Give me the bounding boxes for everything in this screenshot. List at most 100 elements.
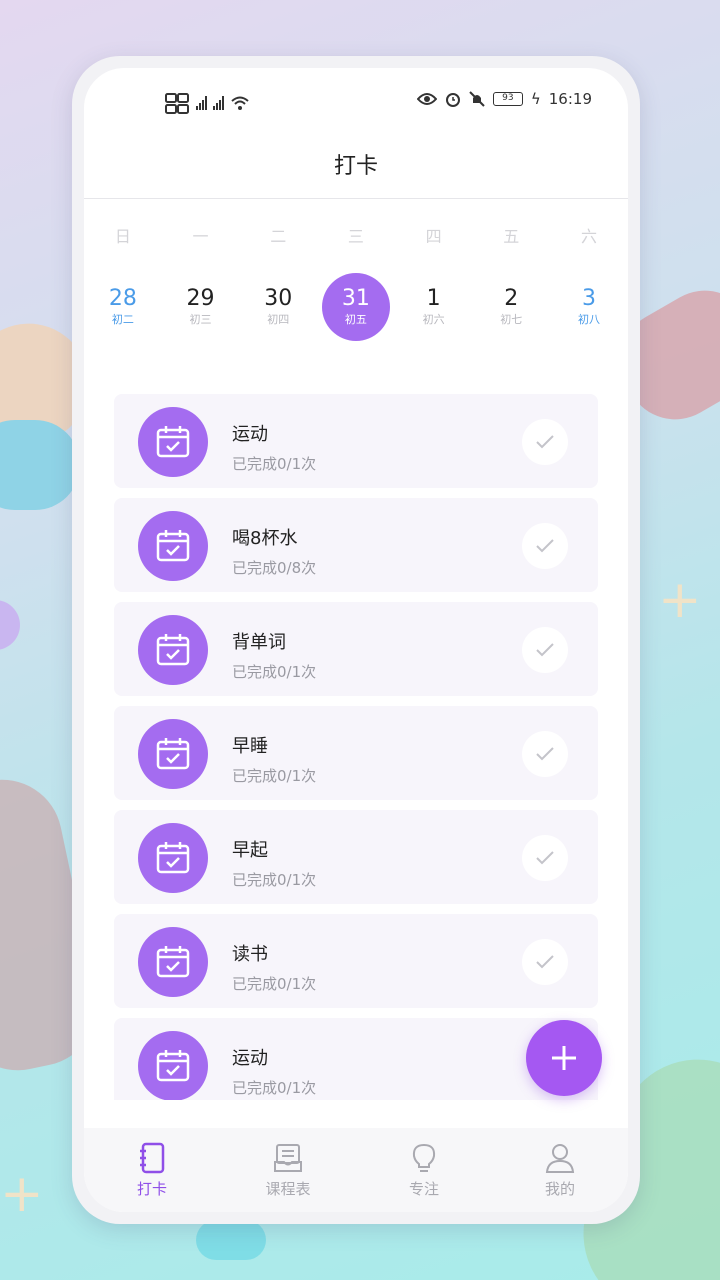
lunar-date: 初四 xyxy=(267,313,290,326)
lunar-date: 初二 xyxy=(111,313,134,326)
lunar-date: 初八 xyxy=(577,313,600,326)
check-in-button[interactable] xyxy=(522,939,568,985)
checkmark-icon xyxy=(536,643,554,657)
bulb-icon xyxy=(412,1143,436,1172)
date-number: 31 xyxy=(341,286,370,311)
check-in-button[interactable] xyxy=(522,523,568,569)
bg-shape-blue xyxy=(0,420,80,510)
habit-progress: 已完成0/8次 xyxy=(232,559,317,577)
selected-date-highlight: 31 初五 xyxy=(321,273,390,341)
date-cell[interactable]: 1 初六 xyxy=(395,273,473,341)
weekday-label: 日 xyxy=(114,227,131,246)
sim-cards-icon xyxy=(165,93,189,114)
checkmark-icon xyxy=(536,435,554,449)
date-cell-selected[interactable]: 31 初五 xyxy=(317,273,395,341)
check-in-button[interactable] xyxy=(522,835,568,881)
check-in-button[interactable] xyxy=(522,419,568,465)
checkmark-icon xyxy=(536,851,554,865)
calendar-check-icon xyxy=(138,927,208,997)
nav-tab-focus[interactable]: 专注 xyxy=(356,1128,492,1212)
date-number: 1 xyxy=(426,286,441,311)
date-cell[interactable]: 2 初七 xyxy=(472,273,550,341)
weekday-label: 六 xyxy=(580,227,597,246)
date-row: 28 初二 29 初三 30 初四 31 初五 1 初六 2 初七 3 初八 xyxy=(84,273,628,341)
status-left xyxy=(164,90,250,116)
habit-progress: 已完成0/1次 xyxy=(232,1079,317,1097)
habit-name: 喝8杯水 xyxy=(232,528,298,549)
nav-label: 我的 xyxy=(544,1179,575,1198)
status-right: 93 ϟ 16:19 xyxy=(416,90,592,108)
habit-card[interactable]: 早起 已完成0/1次 xyxy=(114,810,598,904)
notebook-icon xyxy=(140,1142,165,1173)
battery-icon: 93 xyxy=(492,92,523,106)
habit-card[interactable]: 早睡 已完成0/1次 xyxy=(114,706,598,800)
bg-plus-icon: + xyxy=(658,570,702,630)
habit-progress: 已完成0/1次 xyxy=(232,871,317,889)
habit-name: 读书 xyxy=(232,944,268,965)
check-in-button[interactable] xyxy=(522,627,568,673)
clock: 16:19 xyxy=(548,90,592,108)
eye-icon xyxy=(416,93,437,105)
status-bar: 93 ϟ 16:19 xyxy=(84,68,628,128)
nav-tab-profile[interactable]: 我的 xyxy=(492,1128,628,1212)
habit-name: 早起 xyxy=(232,840,268,861)
wifi-icon xyxy=(231,96,249,110)
calendar-check-icon xyxy=(138,511,208,581)
date-number: 3 xyxy=(581,286,596,311)
habit-progress: 已完成0/1次 xyxy=(232,455,317,473)
app-screen: 93 ϟ 16:19 打卡 日 一 二 三 四 五 六 28 初二 29 初三 xyxy=(84,68,628,1212)
add-habit-button[interactable] xyxy=(526,1020,602,1096)
lunar-date: 初五 xyxy=(344,313,367,326)
checkmark-icon xyxy=(536,539,554,553)
habit-card[interactable]: 运动 已完成0/1次 xyxy=(114,394,598,488)
habit-card[interactable]: 喝8杯水 已完成0/8次 xyxy=(114,498,598,592)
weekday-label: 三 xyxy=(347,227,364,246)
habit-progress: 已完成0/1次 xyxy=(232,767,317,785)
bg-plus-icon: + xyxy=(0,1164,44,1224)
weekday-label: 四 xyxy=(425,227,442,246)
mute-icon xyxy=(469,91,485,107)
weekday-label: 五 xyxy=(503,227,520,246)
bg-shape-lilac xyxy=(0,600,20,650)
calendar-check-icon xyxy=(138,1031,208,1100)
date-cell[interactable]: 29 初三 xyxy=(162,273,240,341)
calendar-check-icon xyxy=(138,615,208,685)
habit-name: 运动 xyxy=(232,424,268,445)
nav-label: 专注 xyxy=(408,1179,439,1198)
weekday-row: 日 一 二 三 四 五 六 xyxy=(84,223,628,247)
date-cell[interactable]: 3 初八 xyxy=(550,273,628,341)
date-number: 28 xyxy=(108,286,137,311)
check-in-button[interactable] xyxy=(522,731,568,777)
user-icon xyxy=(545,1143,575,1173)
lunar-date: 初六 xyxy=(422,313,445,326)
habit-name: 背单词 xyxy=(232,632,286,653)
date-number: 2 xyxy=(504,286,519,311)
habit-list[interactable]: 运动 已完成0/1次 喝8杯水 已完成0/8次 背单词 已完成0/1次 早睡 已… xyxy=(114,394,598,1100)
weekday-label: 二 xyxy=(270,227,287,246)
page-title: 打卡 xyxy=(333,154,378,179)
nav-label: 课程表 xyxy=(265,1179,311,1198)
date-cell[interactable]: 30 初四 xyxy=(239,273,317,341)
alarm-icon xyxy=(445,93,460,107)
date-cell[interactable]: 28 初二 xyxy=(84,273,162,341)
habit-name: 早睡 xyxy=(232,736,268,757)
habit-card[interactable]: 背单词 已完成0/1次 xyxy=(114,602,598,696)
calendar-check-icon xyxy=(138,719,208,789)
lunar-date: 初七 xyxy=(500,313,523,326)
schedule-icon xyxy=(274,1143,302,1172)
checkmark-icon xyxy=(536,955,554,969)
calendar-check-icon xyxy=(138,823,208,893)
bg-shape-cyan xyxy=(196,1220,266,1260)
charging-icon: ϟ xyxy=(530,90,541,108)
habit-card[interactable]: 读书 已完成0/1次 xyxy=(114,914,598,1008)
date-number: 29 xyxy=(186,286,215,311)
nav-label: 打卡 xyxy=(136,1179,167,1198)
header-divider xyxy=(84,198,628,199)
nav-tab-checkin[interactable]: 打卡 xyxy=(84,1128,220,1212)
habit-progress: 已完成0/1次 xyxy=(232,663,317,681)
plus-icon xyxy=(552,1046,576,1070)
nav-tab-schedule[interactable]: 课程表 xyxy=(220,1128,356,1212)
signal-icon xyxy=(213,96,224,110)
date-number: 30 xyxy=(264,286,293,311)
calendar-check-icon xyxy=(138,407,208,477)
